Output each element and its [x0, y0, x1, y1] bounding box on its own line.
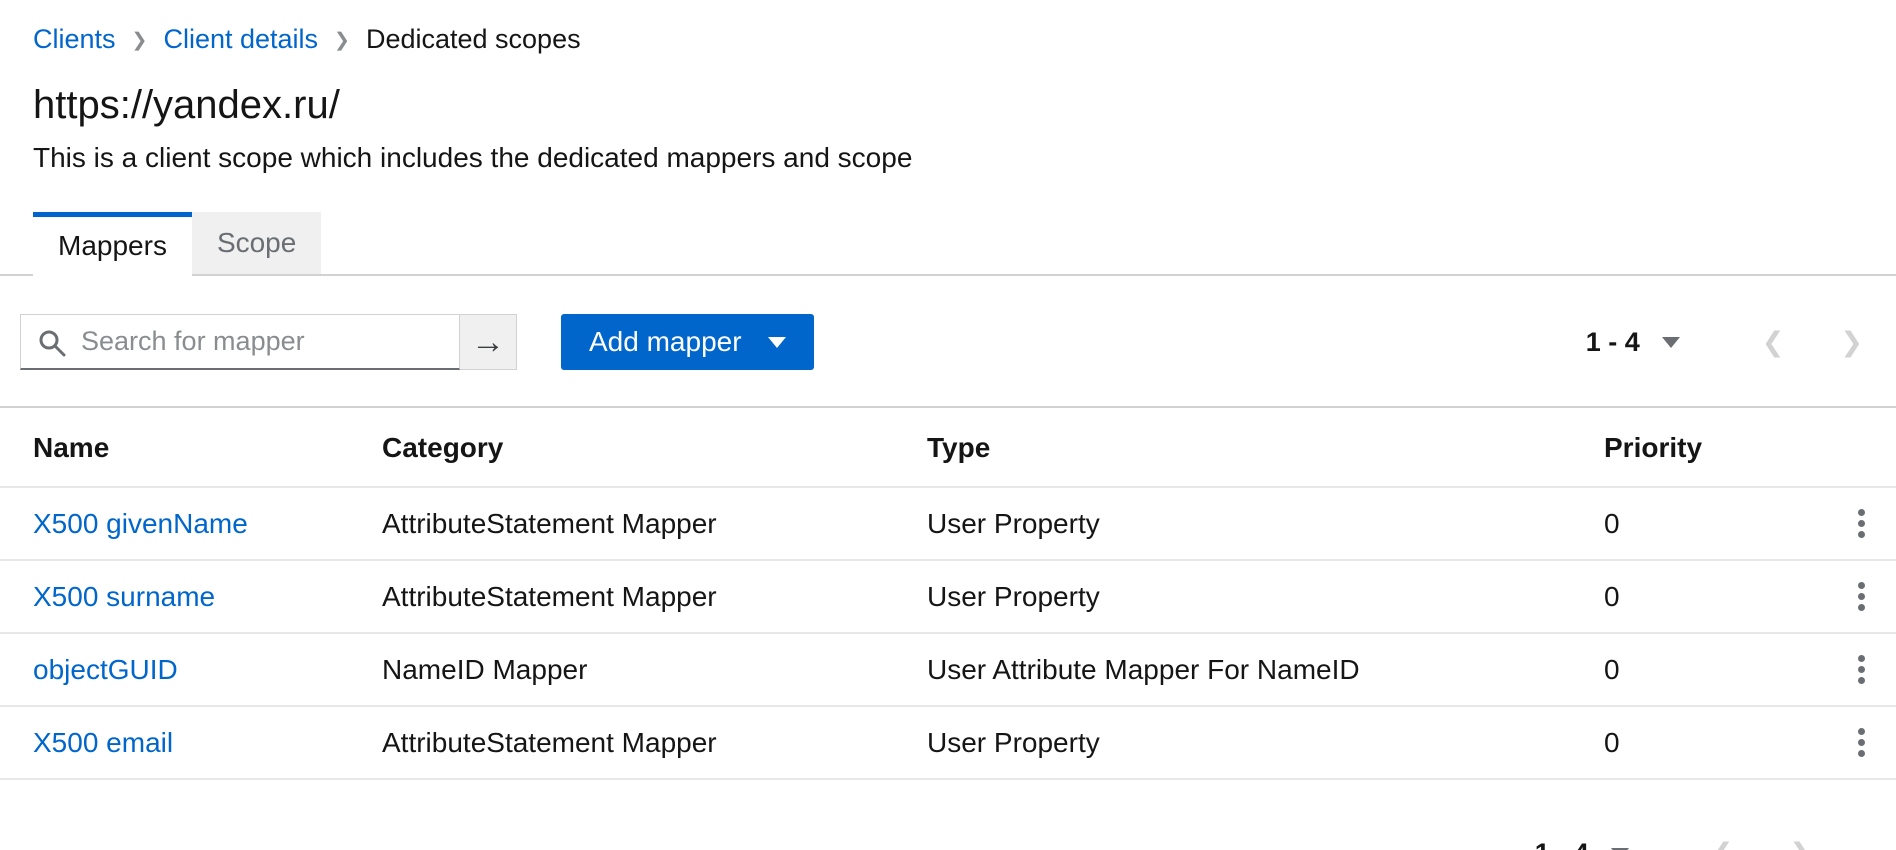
mapper-category: NameID Mapper [382, 633, 927, 706]
mapper-priority: 0 [1604, 706, 1826, 779]
column-header-name: Name [0, 407, 382, 487]
table-row: X500 surname AttributeStatement Mapper U… [0, 560, 1896, 633]
pagination-next-button[interactable]: ❯ [1840, 327, 1863, 358]
mapper-type: User Attribute Mapper For NameID [927, 633, 1604, 706]
mapper-type: User Property [927, 487, 1604, 560]
kebab-icon [1858, 728, 1865, 735]
pagination-range-toggle[interactable]: 1 - 4 [1586, 327, 1680, 358]
search-group: → [20, 314, 517, 370]
mapper-name-link[interactable]: X500 givenName [33, 508, 248, 539]
mapper-category: AttributeStatement Mapper [382, 487, 927, 560]
pagination-next-button[interactable]: ❯ [1789, 838, 1812, 850]
page-title: https://yandex.ru/ [33, 83, 1863, 128]
kebab-menu-button[interactable] [1852, 649, 1871, 690]
table-toolbar: → Add mapper 1 - 4 ❮ ❯ [0, 276, 1896, 406]
breadcrumb-separator-icon: ❯ [132, 29, 148, 52]
pagination-prev-button[interactable]: ❮ [1711, 838, 1734, 850]
pagination-top: 1 - 4 ❮ ❯ [1586, 327, 1863, 358]
pagination-bottom: 1 - 4 ❮ ❯ [0, 780, 1896, 850]
add-mapper-button[interactable]: Add mapper [561, 314, 814, 370]
column-header-type: Type [927, 407, 1604, 487]
column-header-actions [1826, 407, 1896, 487]
add-mapper-button-label: Add mapper [589, 326, 742, 358]
pagination-range: 1 - 4 [1535, 838, 1589, 850]
kebab-menu-button[interactable] [1852, 503, 1871, 544]
mapper-type: User Property [927, 706, 1604, 779]
chevron-left-icon: ❮ [1711, 838, 1734, 850]
kebab-menu-button[interactable] [1852, 722, 1871, 763]
page-subtitle: This is a client scope which includes th… [33, 142, 1863, 174]
mappers-table: Name Category Type Priority X500 givenNa… [0, 406, 1896, 780]
chevron-left-icon: ❮ [1762, 327, 1785, 357]
mapper-name-link[interactable]: X500 email [33, 727, 173, 758]
breadcrumb: Clients ❯ Client details ❯ Dedicated sco… [0, 0, 1896, 55]
tab-mappers[interactable]: Mappers [33, 212, 192, 276]
mapper-priority: 0 [1604, 560, 1826, 633]
search-icon [37, 328, 67, 358]
tab-bar-spacer [321, 212, 1896, 276]
tab-scope[interactable]: Scope [192, 212, 321, 276]
search-input[interactable] [21, 315, 459, 368]
kebab-menu-button[interactable] [1852, 576, 1871, 617]
chevron-right-icon: ❯ [1840, 327, 1863, 357]
pagination-range: 1 - 4 [1586, 327, 1640, 358]
arrow-right-icon: → [471, 323, 505, 362]
tab-bar: Mappers Scope [0, 212, 1896, 276]
breadcrumb-link-clients[interactable]: Clients [33, 24, 116, 55]
table-row: X500 email AttributeStatement Mapper Use… [0, 706, 1896, 779]
mapper-type: User Property [927, 560, 1604, 633]
kebab-icon [1858, 655, 1865, 662]
column-header-priority: Priority [1604, 407, 1826, 487]
kebab-icon [1858, 509, 1865, 516]
mapper-category: AttributeStatement Mapper [382, 560, 927, 633]
mapper-name-link[interactable]: objectGUID [33, 654, 178, 685]
mapper-category: AttributeStatement Mapper [382, 706, 927, 779]
search-submit-button[interactable]: → [460, 314, 517, 370]
mapper-priority: 0 [1604, 633, 1826, 706]
tab-scope-label: Scope [217, 227, 296, 259]
pagination-prev-button[interactable]: ❮ [1762, 327, 1785, 358]
tab-mappers-label: Mappers [58, 230, 167, 262]
table-row: X500 givenName AttributeStatement Mapper… [0, 487, 1896, 560]
column-header-category: Category [382, 407, 927, 487]
table-row: objectGUID NameID Mapper User Attribute … [0, 633, 1896, 706]
breadcrumb-current: Dedicated scopes [366, 24, 581, 55]
kebab-icon [1858, 582, 1865, 589]
table-header-row: Name Category Type Priority [0, 407, 1896, 487]
caret-down-icon [1662, 337, 1680, 348]
tab-bar-spacer [0, 212, 33, 276]
mapper-priority: 0 [1604, 487, 1826, 560]
caret-down-icon [768, 337, 786, 348]
chevron-right-icon: ❯ [1789, 838, 1812, 850]
breadcrumb-link-client-details[interactable]: Client details [163, 24, 318, 55]
search-box [20, 314, 460, 370]
breadcrumb-separator-icon: ❯ [334, 29, 350, 52]
mapper-name-link[interactable]: X500 surname [33, 581, 215, 612]
pagination-range-toggle[interactable]: 1 - 4 [1535, 838, 1629, 850]
